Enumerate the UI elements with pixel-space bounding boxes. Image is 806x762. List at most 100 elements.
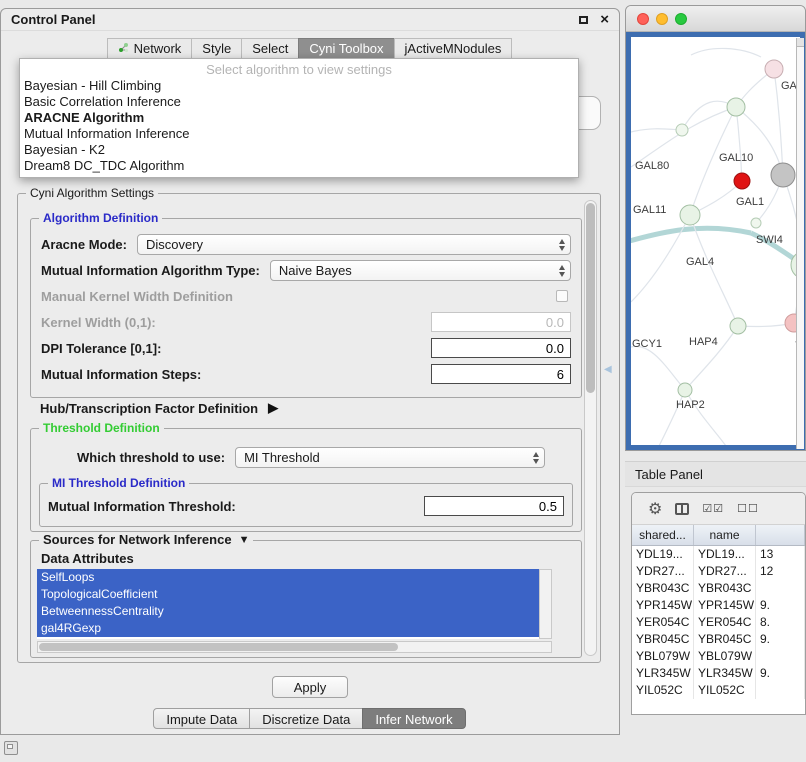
columns-icon[interactable] [675,503,689,515]
tab-jactivemnodules[interactable]: jActiveMNodules [394,38,513,59]
table-row[interactable]: YDR27... YDR27... 12 [632,563,805,580]
float-window-icon[interactable] [579,16,588,24]
panel-collapse-arrow[interactable]: ◀ [604,364,612,375]
table-toolbar: ⚙ ☑☑ ☐☐ [632,493,805,525]
manual-kernel-checkbox[interactable] [556,290,568,302]
table-row[interactable]: YBR043C YBR043C [632,580,805,597]
cell[interactable]: YER054C [632,614,694,631]
table-row[interactable]: YLR345W YLR345W 9. [632,665,805,682]
sources-section-toggle[interactable]: Sources for Network Inference ▼ [39,532,253,547]
table-panel-header: Table Panel [625,461,806,487]
tab-network[interactable]: Network [107,38,193,59]
algorithm-option[interactable]: Bayesian - Hill Climbing [20,78,578,94]
network-canvas[interactable]: GAL80 GAL10 GAL11 GAL1 SWI4 GAL4 GCY1 HA… [626,32,805,450]
table-row[interactable]: YBR045C YBR045C 9. [632,631,805,648]
cell[interactable]: 9. [756,665,805,682]
sources-section-label: Sources for Network Inference [43,532,232,547]
gear-icon[interactable]: ⚙ [648,499,662,519]
cell[interactable]: 8. [756,614,805,631]
tab-style[interactable]: Style [191,38,242,59]
mi-threshold-row: Mutual Information Threshold: [40,495,572,517]
cell[interactable]: YBR045C [694,631,756,648]
cell[interactable]: 9. [756,631,805,648]
apply-button[interactable]: Apply [272,676,348,698]
minimize-traffic-light[interactable] [656,13,668,25]
cell[interactable]: YBR045C [632,631,694,648]
tab-discretize-data[interactable]: Discretize Data [249,708,363,729]
close-icon[interactable]: × [600,15,609,25]
mi-type-select[interactable]: Naive Bayes [270,260,571,281]
algorithm-option[interactable]: Dream8 DC_TDC Algorithm [20,158,578,174]
attribute-item[interactable]: TopologicalCoefficient [37,586,539,603]
algorithm-option[interactable]: Bayesian - K2 [20,142,578,158]
cell[interactable]: YLR345W [694,665,756,682]
attribute-item[interactable]: gal4RGexp [37,620,539,637]
cell[interactable]: YBR043C [632,580,694,597]
algorithm-option[interactable]: Mutual Information Inference [20,126,578,142]
dpi-tolerance-field[interactable] [431,338,571,358]
table-row[interactable]: YBL079W YBL079W [632,648,805,665]
cell[interactable]: YBL079W [694,648,756,665]
column-header-3[interactable] [756,525,805,545]
table-row[interactable]: YER054C YER054C 8. [632,614,805,631]
cell[interactable]: YIL052C [694,682,756,699]
cell[interactable]: YER054C [694,614,756,631]
data-attributes-label: Data Attributes [41,551,134,566]
tab-impute-data[interactable]: Impute Data [153,708,250,729]
network-window-titlebar[interactable] [626,6,805,32]
cell[interactable]: 12 [756,563,805,580]
zoom-traffic-light[interactable] [675,13,687,25]
attributes-vertical-scrollbar[interactable] [539,569,552,639]
minimized-panel-icon[interactable] [4,741,18,755]
cell[interactable]: YDL19... [694,546,756,563]
tab-infer-network[interactable]: Infer Network [362,708,465,729]
tab-cyni-toolbox[interactable]: Cyni Toolbox [298,38,394,59]
cell[interactable]: 13 [756,546,805,563]
mi-steps-field[interactable] [431,364,571,384]
column-header-shared[interactable]: shared... [632,525,694,545]
cell[interactable]: YIL052C [632,682,694,699]
cell[interactable] [756,580,805,597]
settings-scrollbar-thumb[interactable] [586,203,595,393]
node-table: shared... name YDL19... YDL19... 13 YDR2… [632,525,805,714]
attribute-item[interactable]: BetweennessCentrality [37,603,539,620]
cell[interactable] [756,682,805,699]
threshold-definition-title: Threshold Definition [39,421,164,435]
cell[interactable]: YBL079W [632,648,694,665]
table-panel-window: ⚙ ☑☑ ☐☐ shared... name YDL19... YDL19...… [631,492,806,715]
cell[interactable]: YLR345W [632,665,694,682]
cell[interactable] [756,648,805,665]
algorithm-option-selected[interactable]: ARACNE Algorithm [20,110,578,126]
cell[interactable]: 9. [756,597,805,614]
node-label: GAL80 [635,160,669,172]
hub-section-toggle[interactable]: Hub/Transcription Factor Definition ▶ [40,400,278,416]
select-all-icon[interactable]: ☑☑ [702,502,724,515]
close-traffic-light[interactable] [637,13,649,25]
kernel-width-field[interactable] [431,312,571,332]
attributes-horizontal-scrollbar[interactable] [37,641,552,653]
cell[interactable]: YPR145W [632,597,694,614]
manual-kernel-label: Manual Kernel Width Definition [41,289,233,304]
deselect-all-icon[interactable]: ☐☐ [737,502,759,515]
table-row[interactable]: YIL052C YIL052C [632,682,805,699]
table-row[interactable]: YPR145W YPR145W 9. [632,597,805,614]
network-scrollbar-button[interactable] [797,38,804,47]
network-scrollbar[interactable] [796,38,804,449]
cell[interactable]: YDL19... [632,546,694,563]
attribute-item[interactable]: SelfLoops [37,569,539,586]
cell[interactable]: YPR145W [694,597,756,614]
cell[interactable]: YDR27... [632,563,694,580]
table-row[interactable]: YDL19... YDL19... 13 [632,546,805,563]
tab-label: Cyni Toolbox [309,41,383,56]
settings-scrollbar[interactable] [584,200,597,656]
algorithm-option[interactable]: Basic Correlation Inference [20,94,578,110]
which-threshold-select[interactable]: MI Threshold [235,447,545,468]
cell[interactable]: YBR043C [694,580,756,597]
aracne-mode-select[interactable]: Discovery [137,234,571,255]
mi-threshold-field[interactable] [424,496,564,516]
attributes-hscroll-thumb[interactable] [39,643,398,651]
cell[interactable]: YDR27... [694,563,756,580]
node [680,205,700,225]
tab-select[interactable]: Select [241,38,299,59]
column-header-name[interactable]: name [694,525,756,545]
